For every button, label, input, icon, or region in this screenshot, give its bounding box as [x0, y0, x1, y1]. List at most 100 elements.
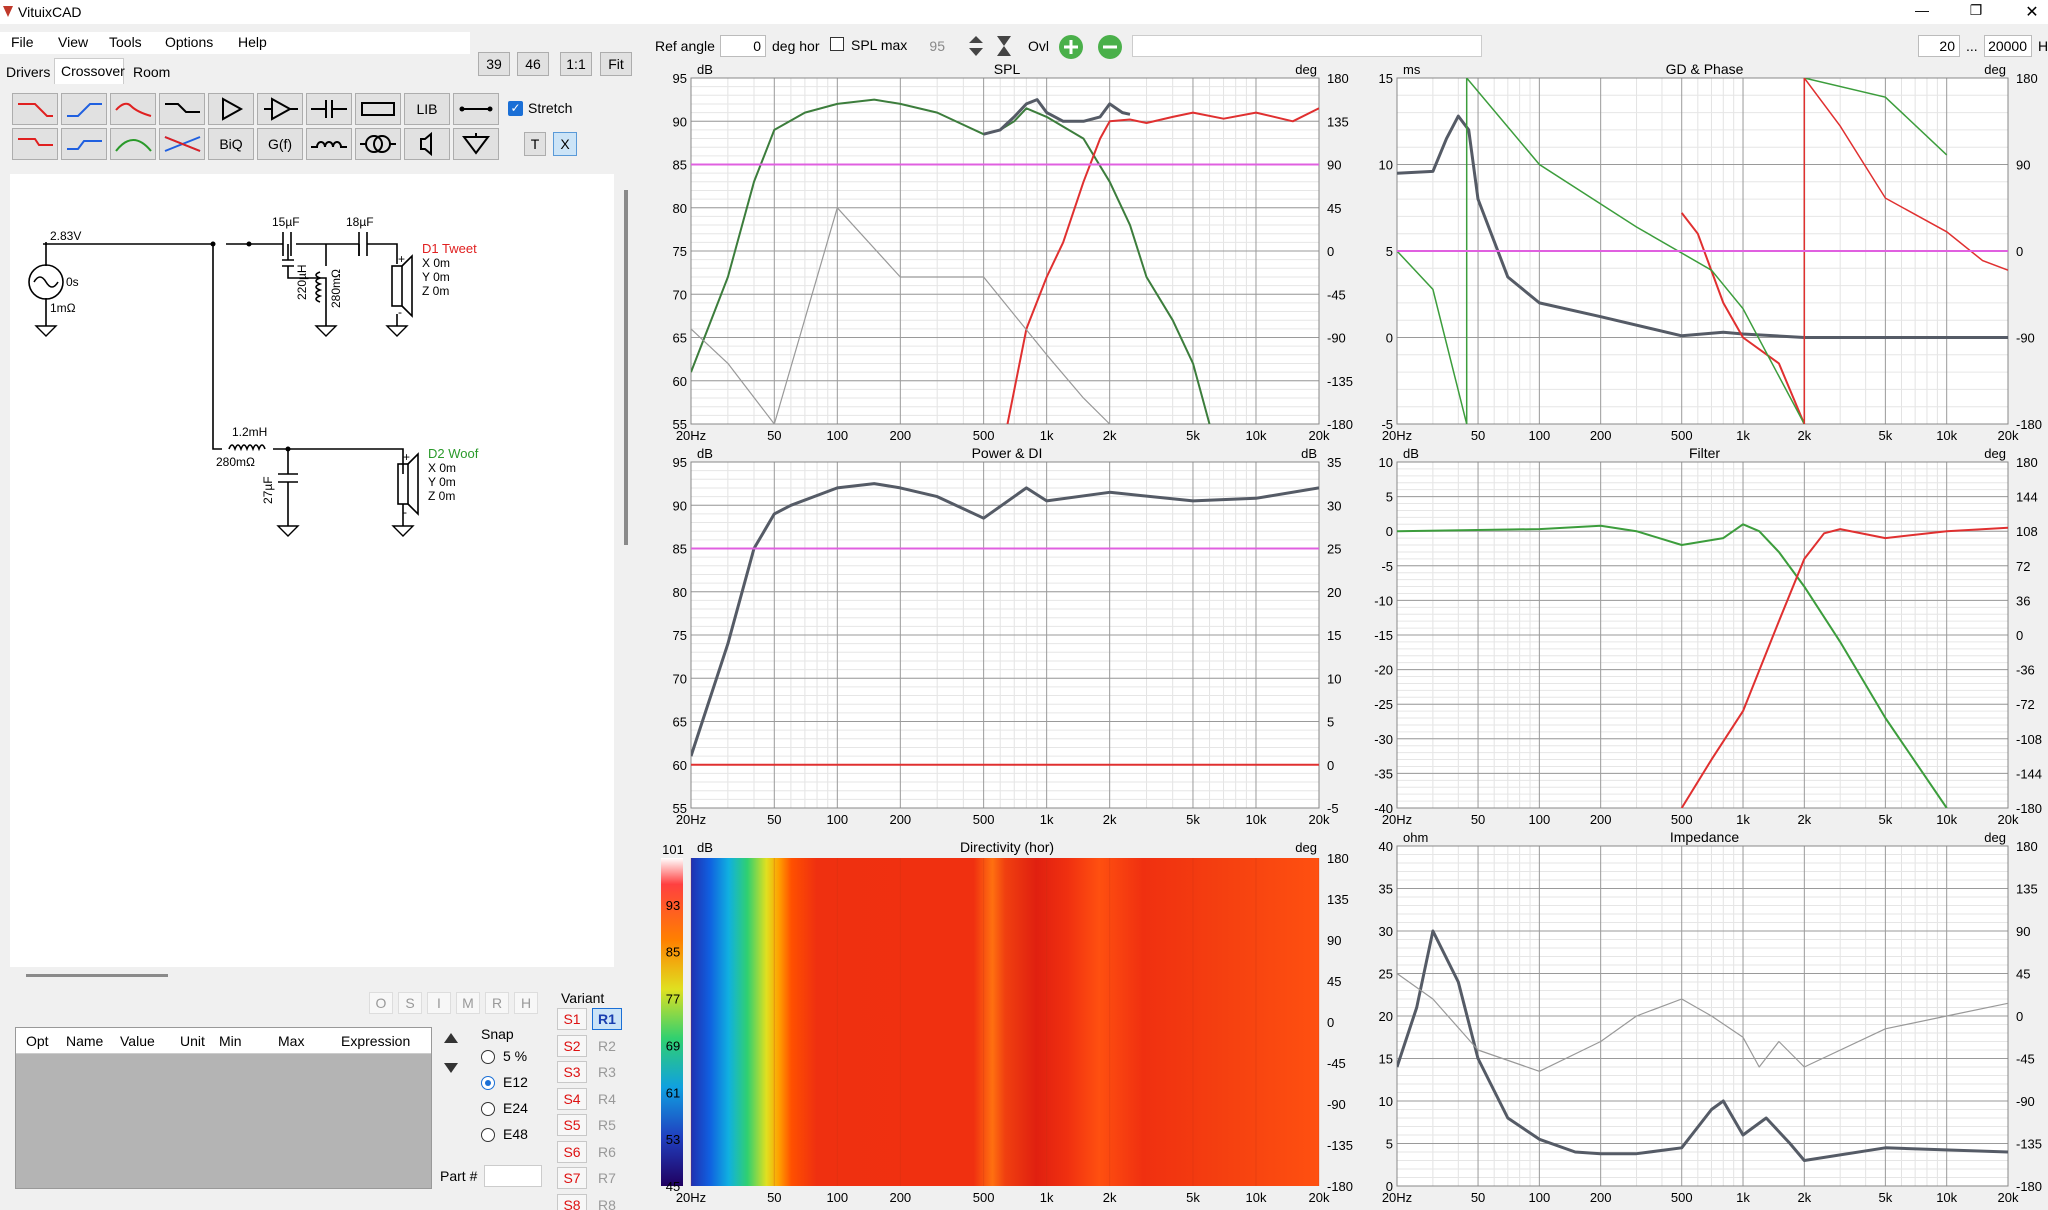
wire-tool[interactable] [453, 93, 499, 125]
opt-r-button[interactable]: R [485, 992, 509, 1014]
imp-chart-svg: Impedanceohm deg20Hz 50 100 200 500 1k 2k 5k 10k 2… [1361, 829, 2048, 1210]
t-button[interactable]: T [524, 132, 546, 156]
menu-file[interactable]: File [11, 34, 34, 50]
filter-chart-panel[interactable]: Filter dB deg 20Hz 50 100 200 500 1k 2k 5k 10k 20k 10… [1361, 445, 2048, 832]
remove-overlay-icon[interactable] [1097, 34, 1123, 60]
menu-view[interactable]: View [58, 34, 88, 50]
overlay-combobox[interactable] [1132, 35, 1482, 57]
freq-min-input[interactable]: 20 [1918, 35, 1960, 57]
allpass-tool[interactable] [159, 128, 205, 160]
close-button[interactable]: ✕ [2020, 2, 2044, 22]
spinner-updown-icon[interactable] [966, 34, 986, 58]
resistor-tool[interactable] [355, 93, 401, 125]
move-up-icon[interactable] [441, 1028, 461, 1048]
stretch-checkbox[interactable]: ✓ [508, 101, 523, 116]
opt-o-button[interactable]: O [369, 992, 393, 1014]
variant-s3-button[interactable]: S3 [557, 1061, 587, 1083]
allpass-icon [164, 136, 201, 152]
maximize-button[interactable]: ❐ [1966, 2, 1986, 19]
part-number-input[interactable] [484, 1165, 542, 1187]
zoom-1to1-button[interactable]: 1:1 [560, 52, 592, 76]
dir-chart-panel[interactable]: Directivity (hor) dB deg 20Hz 50 100 200 500 1k 2… [655, 832, 1359, 1210]
spl-x-tick-2k: 2k [1103, 428, 1117, 443]
opt-m-button[interactable]: M [456, 992, 480, 1014]
bandpass-peak-tool[interactable] [110, 93, 156, 125]
variant-r3-button[interactable]: R3 [592, 1061, 622, 1083]
variant-r6-button[interactable]: R6 [592, 1141, 622, 1163]
variant-r4-button[interactable]: R4 [592, 1088, 622, 1110]
variant-r7-button[interactable]: R7 [592, 1167, 622, 1189]
biquad-tool[interactable]: BiQ [208, 128, 254, 160]
opamp-tool[interactable] [257, 93, 303, 125]
menu-options[interactable]: Options [165, 34, 213, 50]
power-chart-panel[interactable]: Power & DI dB dB 20Hz 50 100 200 500 1k 2k 5k 10k 20… [655, 445, 1359, 832]
optimizer-table[interactable]: Opt Name Value Unit Min Max Expression [15, 1027, 432, 1189]
highpass-1-tool[interactable] [61, 93, 107, 125]
variant-s6-button[interactable]: S6 [557, 1140, 587, 1163]
tab-room[interactable]: Room [133, 64, 170, 80]
spl-y2-tick-45: 45 [1327, 201, 1341, 216]
snap-radio-e12[interactable] [481, 1076, 495, 1090]
lowpass-1-tool[interactable] [12, 93, 58, 125]
move-down-icon[interactable] [441, 1058, 461, 1078]
gd-x-tick-50: 50 [1471, 428, 1485, 443]
zoom-fit-button[interactable]: Fit [600, 52, 632, 76]
filter-y2-tick--180: -180 [2016, 801, 2042, 816]
spl-max-checkbox[interactable] [830, 37, 844, 51]
app-window: { "app":{"title":"VituixCAD","win_min":"… [0, 0, 2048, 1210]
schematic-canvas[interactable]: 2.83V 0s 1mΩ 15µF 18µF 220µH 280mΩ D1 Tw… [10, 174, 614, 967]
variant-s5-button[interactable]: S5 [557, 1114, 587, 1136]
highpass-2-tool[interactable] [61, 128, 107, 160]
freq-max-input[interactable]: 20000 [1984, 35, 2032, 57]
lib-tool[interactable]: LIB [404, 93, 450, 125]
spl-max-input[interactable]: 95 [912, 35, 950, 57]
power-y-tick-75: 75 [673, 628, 687, 643]
imp-y2-tick-45: 45 [2016, 967, 2030, 982]
variant-s8-button[interactable]: S8 [557, 1193, 587, 1210]
inductor-tool[interactable] [306, 128, 352, 160]
power-x-tick-500: 500 [973, 812, 995, 827]
zoom-46-button[interactable]: 46 [517, 52, 549, 76]
variant-s2-button[interactable]: S2 [557, 1034, 587, 1057]
opt-i-button[interactable]: I [427, 992, 451, 1014]
variant-s4-button[interactable]: S4 [557, 1087, 587, 1110]
schematic-hscrollbar[interactable] [26, 974, 168, 977]
snap-radio-5[interactable] [481, 1050, 495, 1064]
shelf-tool[interactable] [159, 93, 205, 125]
variant-r2-button[interactable]: R2 [592, 1035, 622, 1057]
minimize-button[interactable]: — [1912, 2, 1932, 18]
lowpass-2-tool[interactable] [12, 128, 58, 160]
spl-chart-panel[interactable]: SPL dB deg 20Hz 50 100 200 500 1k 2k 5k 10k 20k 95 90 8… [655, 61, 1359, 448]
capacitor-tool[interactable] [306, 93, 352, 125]
variant-r5-button[interactable]: R5 [592, 1114, 622, 1136]
schematic-vscrollbar[interactable] [624, 190, 628, 545]
tab-drivers[interactable]: Drivers [6, 64, 50, 80]
variant-s7-button[interactable]: S7 [557, 1167, 587, 1189]
buffer-tool[interactable] [208, 93, 254, 125]
imp-chart-panel[interactable]: Impedance ohm deg 20Hz 50 100 200 500 1k 2k 5k 10k 2… [1361, 829, 2048, 1210]
variant-r1-button[interactable]: R1 [592, 1008, 622, 1030]
menu-help[interactable]: Help [238, 34, 267, 50]
ground-tool[interactable] [453, 128, 499, 160]
menu-tools[interactable]: Tools [109, 34, 142, 50]
snap-radio-e48[interactable] [481, 1128, 495, 1142]
add-overlay-icon[interactable] [1058, 34, 1084, 60]
x-button[interactable]: X [553, 132, 577, 156]
variant-r8-button[interactable]: R8 [592, 1194, 622, 1210]
filter-x-tick-5k: 5k [1879, 812, 1893, 827]
transformer-tool[interactable] [355, 128, 401, 160]
opt-h-button[interactable]: H [514, 992, 538, 1014]
ref-angle-input[interactable]: 0 [720, 35, 766, 57]
power-right-unit: dB [1301, 448, 1317, 461]
tab-crossover[interactable]: Crossover [54, 58, 125, 84]
opt-s-button[interactable]: S [398, 992, 422, 1014]
gd-chart-panel[interactable]: GD & Phase ms deg 20Hz 50 100 200 500 1k 2k 5k 10k 2… [1361, 61, 2048, 448]
snap-radio-e24[interactable] [481, 1102, 495, 1116]
zoom-39-button[interactable]: 39 [478, 52, 510, 76]
filter-title: Filter [1689, 448, 1720, 461]
bandpass-tool[interactable] [110, 128, 156, 160]
gf-tool[interactable]: G(f) [257, 128, 303, 160]
hourglass-icon[interactable] [994, 34, 1014, 58]
variant-s1-button[interactable]: S1 [557, 1008, 587, 1030]
driver-tool[interactable] [404, 128, 450, 160]
